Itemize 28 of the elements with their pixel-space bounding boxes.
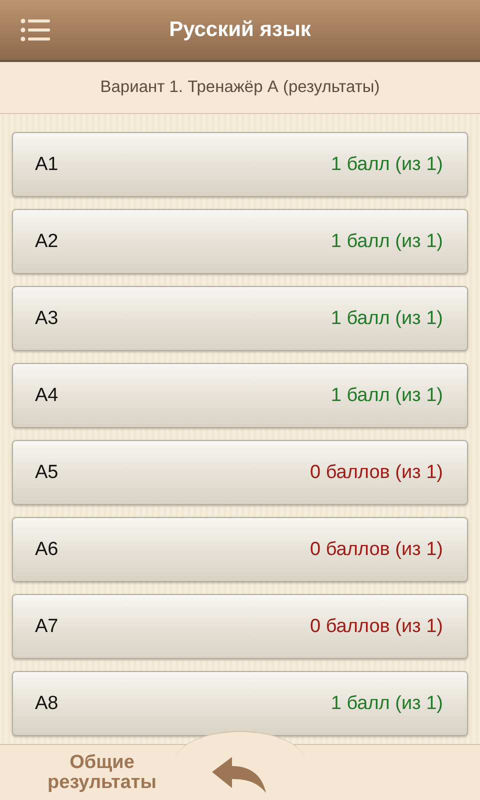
task-row[interactable]: А3 1 балл (из 1) <box>12 286 468 351</box>
score-text: 1 балл (из 1) <box>330 692 443 714</box>
score-text: 0 баллов (из 1) <box>310 462 443 484</box>
task-row[interactable]: А1 1 балл (из 1) <box>12 132 468 197</box>
task-label: А5 <box>35 462 58 484</box>
task-label: А2 <box>35 230 58 252</box>
task-label: А4 <box>35 384 58 406</box>
task-row[interactable]: А2 1 балл (из 1) <box>12 209 468 274</box>
task-label: А3 <box>35 308 58 330</box>
score-text: 0 баллов (из 1) <box>310 538 443 560</box>
app-title: Русский язык <box>169 18 311 42</box>
subtitle: Вариант 1. Тренажёр А (результаты) <box>100 78 380 97</box>
task-label: А1 <box>35 154 58 176</box>
task-label: А8 <box>35 692 58 714</box>
score-text: 1 балл (из 1) <box>330 230 443 252</box>
menu-icon[interactable] <box>20 18 50 42</box>
task-label: А6 <box>35 538 58 560</box>
task-row[interactable]: А4 1 балл (из 1) <box>12 363 468 428</box>
score-text: 1 балл (из 1) <box>330 308 443 330</box>
task-row[interactable]: А6 0 баллов (из 1) <box>12 517 468 582</box>
task-row[interactable]: А8 1 балл (из 1) <box>12 671 468 736</box>
score-text: 1 балл (из 1) <box>330 154 443 176</box>
task-row[interactable]: А5 0 баллов (из 1) <box>12 440 468 505</box>
task-row[interactable]: А7 0 баллов (из 1) <box>12 594 468 659</box>
score-text: 1 балл (из 1) <box>330 384 443 406</box>
task-label: А7 <box>35 616 58 638</box>
score-text: 0 баллов (из 1) <box>310 616 443 638</box>
back-icon[interactable] <box>212 754 268 794</box>
